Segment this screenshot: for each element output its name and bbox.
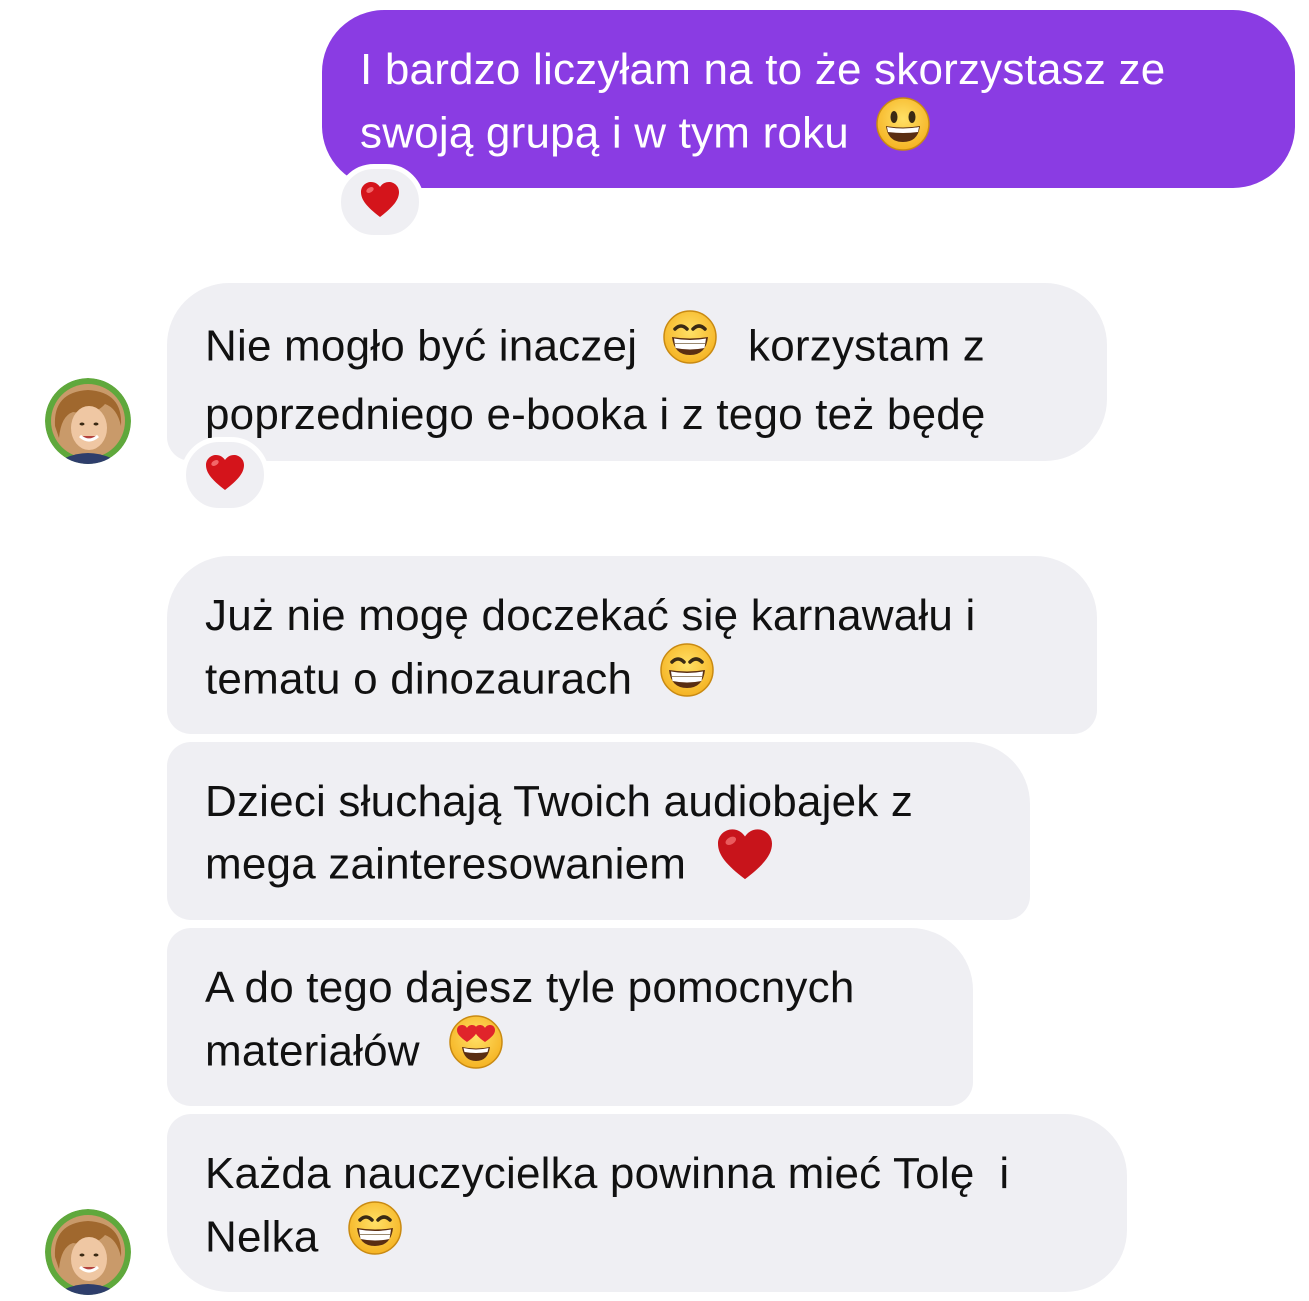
reaction-badge[interactable] <box>336 164 424 240</box>
contact-avatar[interactable] <box>45 1209 131 1295</box>
message-text-line: Każda nauczycielka powinna mieć Tolę i <box>205 1149 1010 1198</box>
message-text: Nie mogło być inaczej <box>205 321 638 371</box>
red-heart-icon <box>715 828 775 898</box>
received-message-bubble[interactable]: Nie mogło być inaczej korzystam z poprze… <box>167 283 1107 461</box>
received-message-bubble[interactable]: Dzieci słuchają Twoich audiobajek z mega… <box>167 742 1030 920</box>
message-text: swoją grupą i w tym roku <box>360 108 849 158</box>
message-text-line: swoją grupą i w tym roku <box>360 97 1257 172</box>
message-text-line: Nie mogło być inaczej korzystam z <box>205 310 1069 385</box>
message-text: tematu o dinozaurach <box>205 654 633 704</box>
message-text-line: mega zainteresowaniem <box>205 829 992 902</box>
message-text-line: tematu o dinozaurach <box>205 643 1059 718</box>
message-text-line: materiałów <box>205 1015 935 1090</box>
heart-eyes-face-icon <box>448 1014 504 1086</box>
received-message-bubble[interactable]: Już nie mogę doczekać się karnawału i te… <box>167 556 1097 734</box>
message-text: materiałów <box>205 1026 420 1076</box>
message-text: mega zainteresowaniem <box>205 839 687 889</box>
beaming-face-icon <box>347 1200 403 1272</box>
message-text-line: Już nie mogę doczekać się karnawału i <box>205 591 976 640</box>
message-text-line: Nelka <box>205 1201 1089 1276</box>
grinning-face-icon <box>875 96 931 168</box>
red-heart-icon <box>359 181 401 224</box>
message-text-line: Dzieci słuchają Twoich audiobajek z <box>205 777 914 826</box>
message-text: Nelka <box>205 1212 319 1262</box>
beaming-face-icon <box>662 309 718 381</box>
reaction-badge[interactable] <box>181 437 269 513</box>
received-message-bubble[interactable]: A do tego dajesz tyle pomocnych materiał… <box>167 928 973 1106</box>
sent-message-bubble[interactable]: I bardzo liczyłam na to że skorzystasz z… <box>322 10 1295 188</box>
message-text-line: A do tego dajesz tyle pomocnych <box>205 963 855 1012</box>
received-message-bubble[interactable]: Każda nauczycielka powinna mieć Tolę i N… <box>167 1114 1127 1292</box>
red-heart-icon <box>204 454 246 497</box>
message-text: korzystam z <box>748 321 985 371</box>
beaming-face-icon <box>659 642 715 714</box>
message-text-line: I bardzo liczyłam na to że skorzystasz z… <box>360 45 1166 94</box>
contact-avatar[interactable] <box>45 378 131 464</box>
message-text-line: poprzedniego e-booka i z tego też będę <box>205 390 986 439</box>
